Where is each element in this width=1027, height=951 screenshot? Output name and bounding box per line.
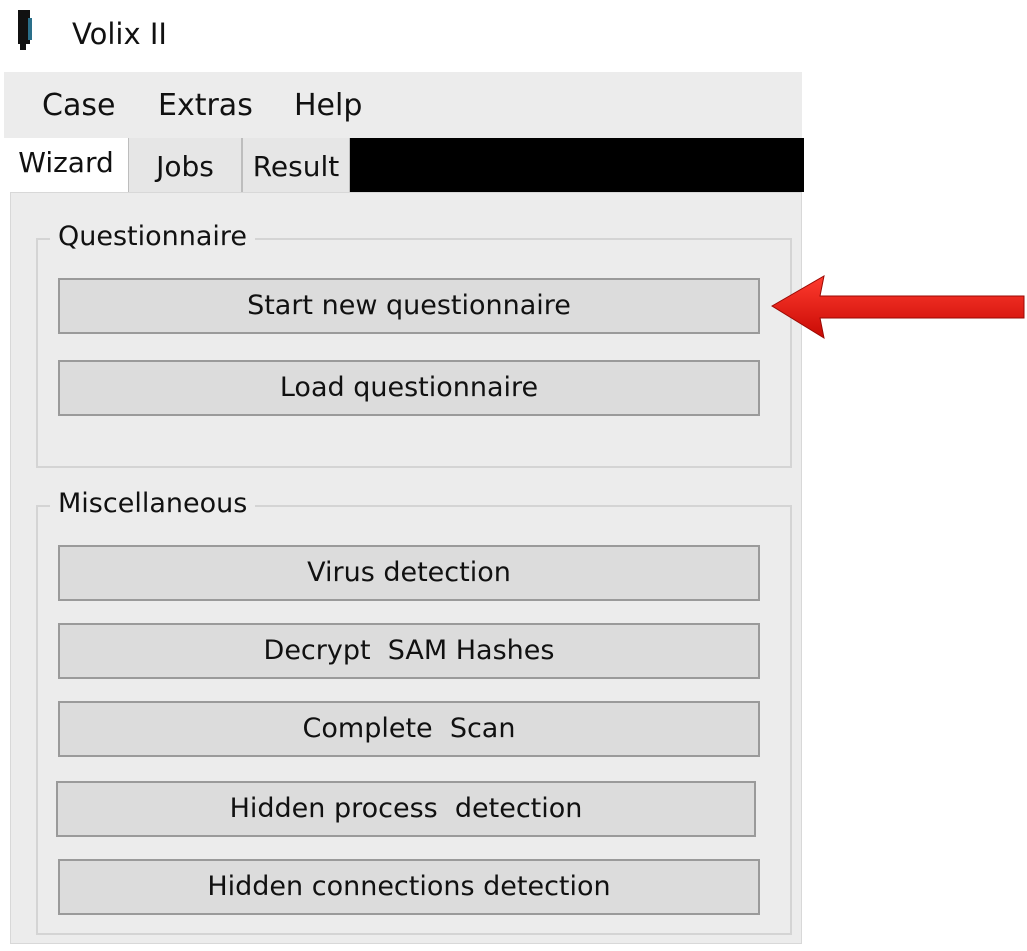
decrypt-sam-hashes-button[interactable]: Decrypt SAM Hashes [58, 623, 760, 679]
load-questionnaire-button[interactable]: Load questionnaire [58, 360, 760, 416]
app-icon [18, 10, 32, 50]
tab-result[interactable]: Result [242, 138, 350, 192]
wizard-panel: Questionnaire Start new questionnaire Lo… [10, 192, 802, 944]
title-bar: Volix II [0, 0, 1027, 72]
tab-strip: Wizard Jobs Result [4, 138, 804, 196]
tab-jobs[interactable]: Jobs [128, 138, 242, 192]
questionnaire-group-title: Questionnaire [50, 220, 256, 254]
menu-extras[interactable]: Extras [158, 88, 253, 124]
window-title: Volix II [72, 17, 167, 51]
menu-help[interactable]: Help [294, 88, 362, 124]
hidden-process-detection-button[interactable]: Hidden process detection [56, 781, 756, 837]
menu-bar: Case Extras Help [4, 72, 802, 138]
menu-case[interactable]: Case [42, 88, 115, 124]
miscellaneous-group-title: Miscellaneous [50, 487, 256, 521]
virus-detection-button[interactable]: Virus detection [58, 545, 760, 601]
start-new-questionnaire-button[interactable]: Start new questionnaire [58, 278, 760, 334]
tab-wizard[interactable]: Wizard [4, 138, 128, 196]
arrow-left-icon [771, 275, 1025, 340]
questionnaire-group: Questionnaire Start new questionnaire Lo… [36, 220, 792, 468]
hidden-connections-detection-button[interactable]: Hidden connections detection [58, 859, 760, 915]
complete-scan-button[interactable]: Complete Scan [58, 701, 760, 757]
miscellaneous-group: Miscellaneous Virus detection Decrypt SA… [36, 487, 792, 935]
